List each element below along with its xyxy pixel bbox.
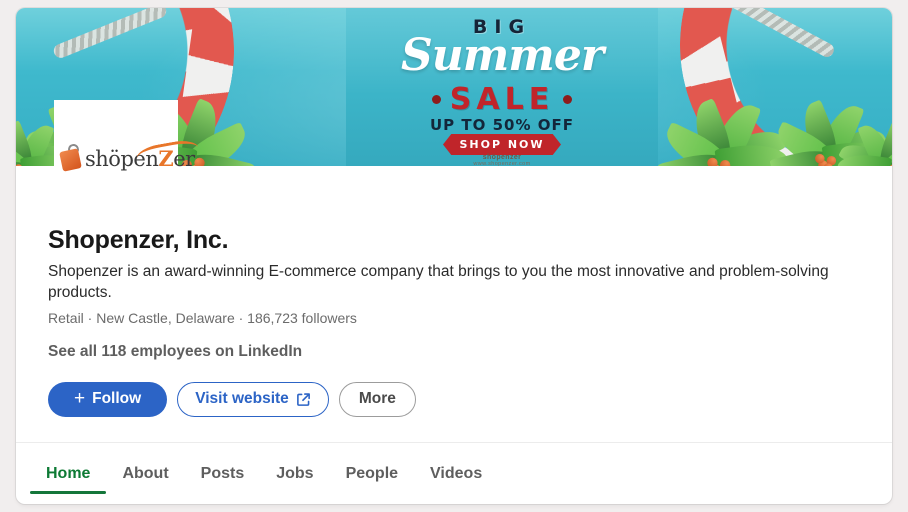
tab-label: About xyxy=(122,464,169,482)
company-meta: Retail · New Castle, Delaware · 186,723 … xyxy=(48,309,357,326)
sale-dot-left-icon xyxy=(431,95,441,104)
banner-shop-now-button[interactable]: SHOP NOW xyxy=(443,134,561,155)
coconut-icon xyxy=(823,163,833,166)
plus-icon: + xyxy=(74,387,86,409)
tab-jobs[interactable]: Jobs xyxy=(260,443,329,504)
tab-label: Posts xyxy=(200,464,245,482)
profile-nav-bar: Home About Posts Jobs People Videos xyxy=(16,442,892,504)
more-button-label: More xyxy=(358,390,396,407)
visit-website-label: Visit website xyxy=(195,390,289,407)
see-all-employees-link[interactable]: See all 118 employees on LinkedIn xyxy=(48,343,302,361)
banner-summer-label: Summer xyxy=(400,30,604,81)
external-link-icon xyxy=(296,392,311,407)
coconut-icon xyxy=(719,160,731,166)
company-logo[interactable]: shöpenZer xyxy=(54,100,201,174)
coconut-icon xyxy=(889,164,892,166)
coconut-icon xyxy=(815,153,825,164)
coconut-icon xyxy=(707,157,718,166)
shopping-bag-icon xyxy=(59,142,82,172)
more-button[interactable]: More xyxy=(338,381,416,417)
action-button-row: + Follow Visit website More xyxy=(48,381,858,417)
company-tagline: Shopenzer is an award-winning E-commerce… xyxy=(48,262,829,302)
banner-brand-url: www.shopenzer.com xyxy=(473,161,531,166)
page-title: Shopenzer, Inc. xyxy=(48,226,229,254)
profile-tabs: Home About Posts Jobs People Videos xyxy=(16,443,892,504)
tab-videos[interactable]: Videos xyxy=(414,443,498,504)
company-info-section: Shopenzer, Inc. Shopenzer is an award-wi… xyxy=(16,166,892,417)
bag-body-icon xyxy=(59,148,82,172)
banner-sale-row: SALE xyxy=(346,82,658,117)
page-root: BIG Summer SALE UP TO 50% OFF SHOP NOW s… xyxy=(0,0,908,512)
visit-website-button[interactable]: Visit website xyxy=(177,381,329,417)
tab-label: People xyxy=(345,464,399,482)
tab-people[interactable]: People xyxy=(330,443,414,504)
tab-label: Videos xyxy=(430,464,483,482)
tab-label: Jobs xyxy=(276,464,314,482)
tab-home[interactable]: Home xyxy=(30,443,107,504)
banner-brand-name: shöpenzer xyxy=(482,154,522,161)
banner-text-block: BIG Summer SALE UP TO 50% OFF SHOP NOW s… xyxy=(346,8,658,166)
follow-button[interactable]: + Follow xyxy=(48,381,168,417)
tab-label: Home xyxy=(46,464,91,482)
follow-button-label: Follow xyxy=(92,390,142,407)
banner-brand-footer: shöpenzer www.shopenzer.com xyxy=(346,154,658,166)
tab-about[interactable]: About xyxy=(106,443,184,504)
tab-posts[interactable]: Posts xyxy=(185,443,261,504)
sale-dot-right-icon xyxy=(563,95,573,104)
company-profile-card: BIG Summer SALE UP TO 50% OFF SHOP NOW s… xyxy=(16,8,892,504)
company-logo-wordmark: shöpenZer xyxy=(85,137,201,173)
banner-sale-label: SALE xyxy=(449,82,555,117)
banner-discount-label: UP TO 50% OFF xyxy=(430,116,574,134)
